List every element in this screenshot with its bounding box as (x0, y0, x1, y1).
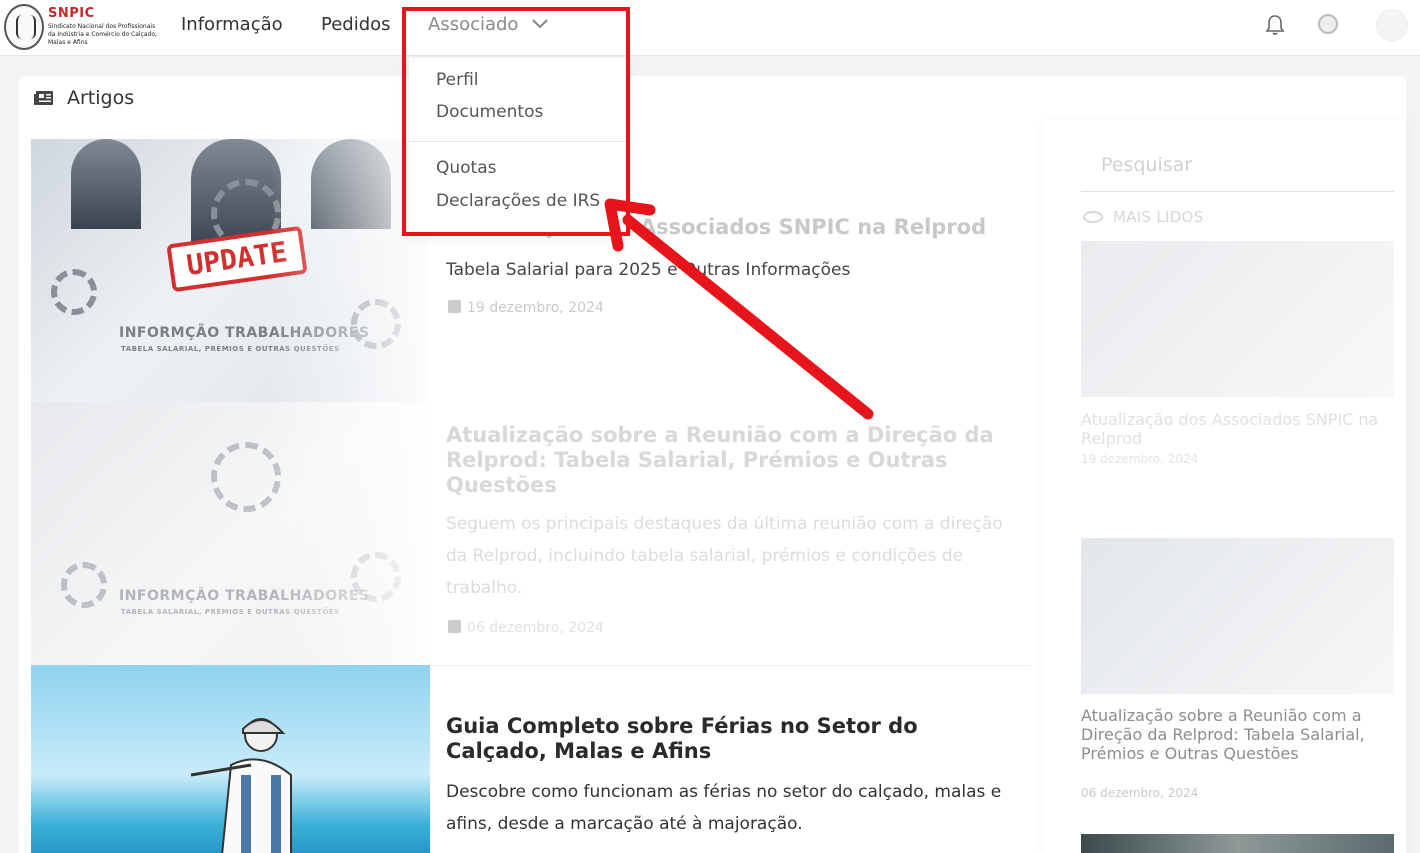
theme-toggle-icon[interactable] (1318, 14, 1338, 34)
nav-pedidos[interactable]: Pedidos (321, 14, 391, 35)
decor-figure (71, 139, 141, 229)
article-image[interactable] (31, 665, 430, 853)
sidebar-item-title[interactable]: Atualização sobre a Reunião com a Direçã… (1081, 706, 1394, 763)
brand-name: SNPIC (48, 6, 95, 21)
article-date: 06 dezembro, 2024 (448, 620, 604, 636)
article-date: 19 dezembro, 2024 (448, 300, 604, 316)
calendar-icon (448, 620, 461, 633)
sidebar-item-image[interactable] (1081, 241, 1394, 397)
beach-figure-illustration (190, 718, 292, 853)
article-image[interactable]: INFORMÇÃO TRABALHADORES TABELA SALARIAL,… (31, 402, 430, 665)
search-input[interactable]: Pesquisar (1081, 150, 1394, 192)
nav-informacao[interactable]: Informação (181, 14, 283, 35)
sidebar-item-image[interactable] (1081, 538, 1394, 694)
top-navbar: SNPIC Sindicato Nacional dos Profissiona… (0, 0, 1420, 56)
annotation-arrow (604, 198, 874, 420)
gear-icon (51, 269, 97, 315)
brand-subtitle: Sindicato Nacional dos Profissionais da … (48, 23, 157, 46)
avatar[interactable] (1376, 9, 1408, 41)
snpic-logo[interactable]: SNPIC Sindicato Nacional dos Profissiona… (4, 3, 157, 53)
sidebar-item-date: 19 dezembro, 2024 (1081, 452, 1199, 466)
article-title[interactable]: Atualização sobre a Reunião com a Direçã… (446, 423, 1016, 498)
calendar-icon (448, 300, 461, 313)
seal-icon (4, 4, 44, 50)
most-read-heading: MAIS LIDOS (1083, 208, 1204, 226)
section-title: Artigos (67, 87, 135, 109)
article-description: Seguem os principais destaques da última… (446, 514, 1003, 598)
bell-icon[interactable] (1265, 14, 1285, 36)
sidebar-item-image[interactable] (1081, 834, 1394, 853)
divider (430, 665, 1030, 666)
article-description: Descobre como funcionam as férias no set… (446, 782, 1002, 834)
sidebar-item-date: 06 dezembro, 2024 (1081, 786, 1199, 800)
eye-icon (1083, 211, 1103, 223)
sidebar-item-title[interactable]: Atualização dos Associados SNPIC na Relp… (1081, 410, 1394, 448)
article-image[interactable]: UPDATE INFORMÇÃO TRABALHADORES TABELA SA… (31, 139, 430, 402)
gear-icon (61, 562, 107, 608)
newspaper-icon (34, 91, 53, 105)
article-title[interactable]: Guia Completo sobre Férias no Setor do C… (446, 714, 1016, 764)
